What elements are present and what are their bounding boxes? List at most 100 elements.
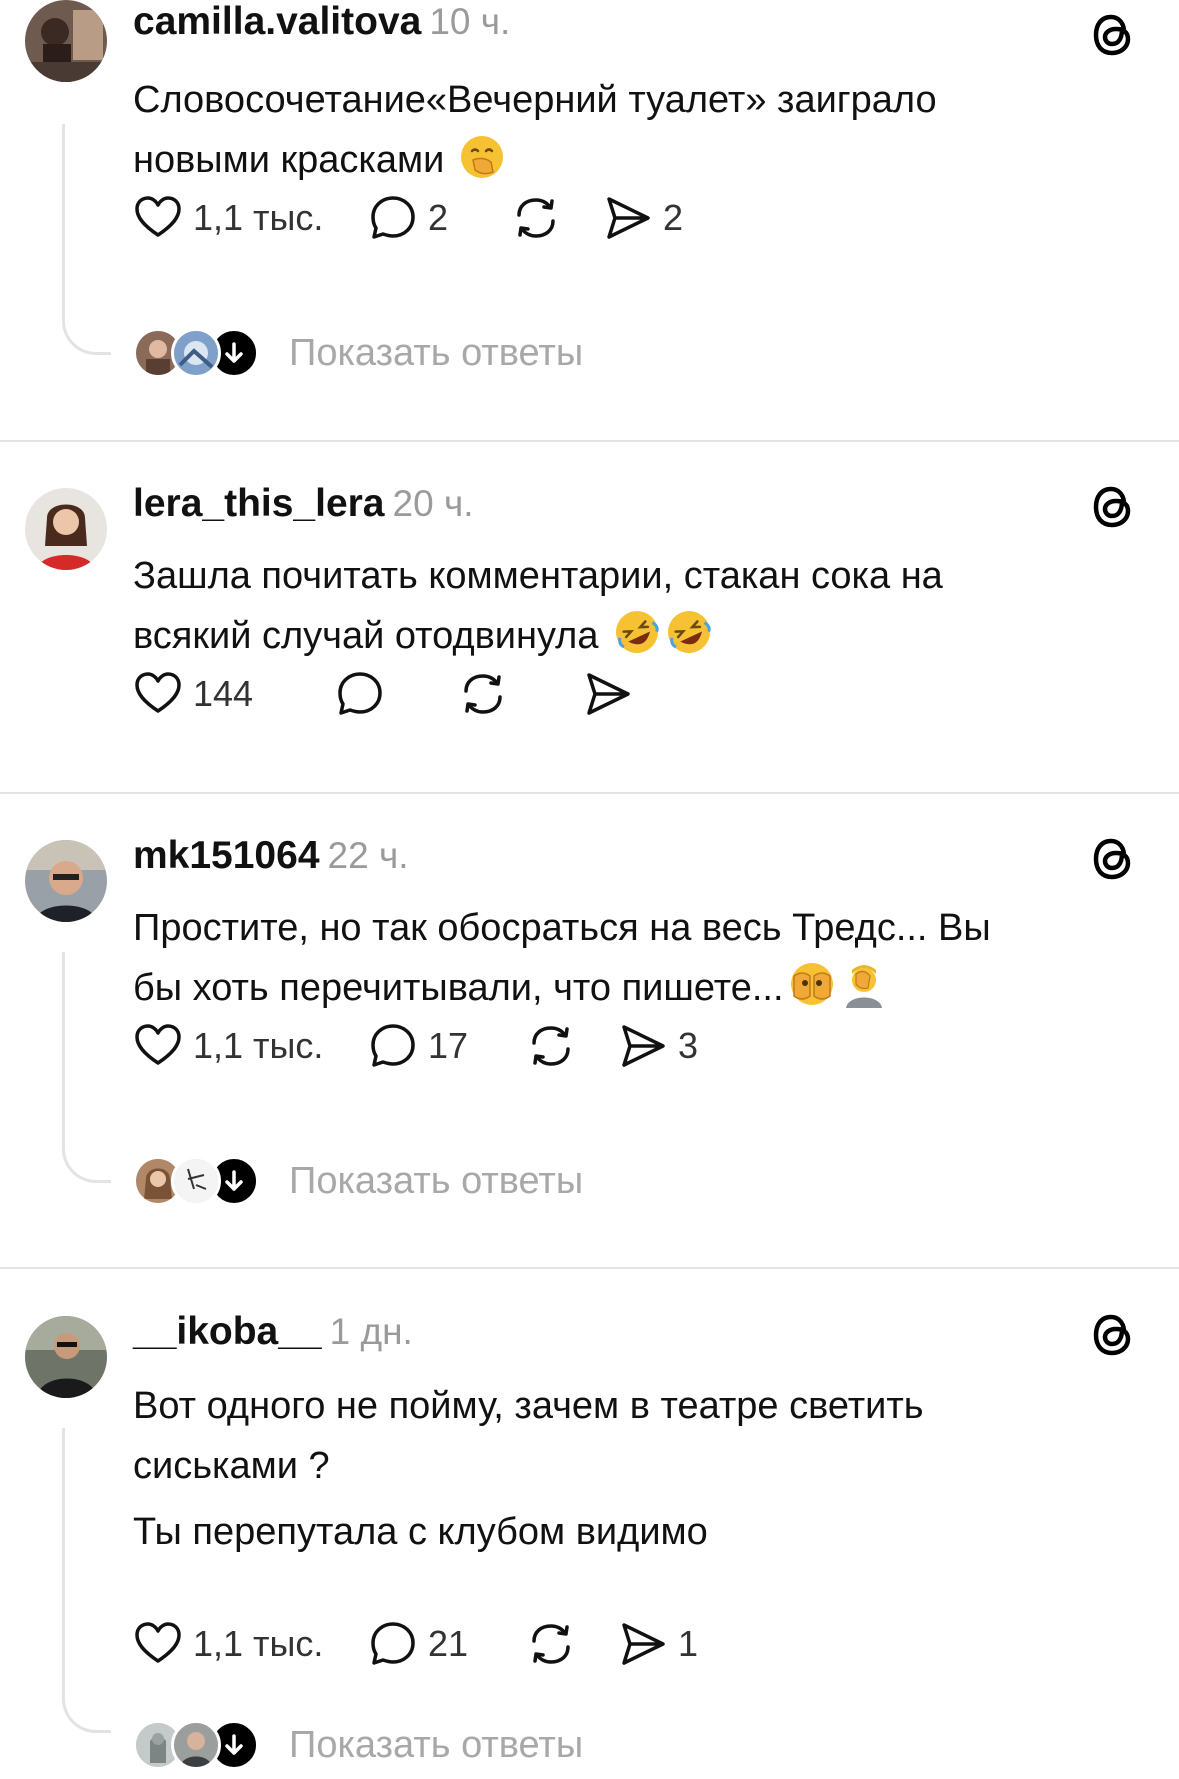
like-count: 1,1 тыс. [193,1623,324,1664]
post-text-line: Словосочетание«Вечерний туалет» заиграло [133,79,937,121]
post-text-line: всякий случай отодвинула [133,615,599,657]
share-count: 2 [663,197,684,238]
show-replies-row[interactable]: Показать ответы [133,328,583,378]
timestamp: 22 ч. [327,835,409,876]
repost-icon [532,1624,570,1664]
share-button[interactable]: 2 [603,190,683,246]
post-text-line: сиськами ? [133,1445,330,1487]
share-button[interactable]: 1 [618,1616,698,1672]
threads-logo-icon[interactable] [1090,1312,1136,1358]
post-header: mk151064 22 ч. [133,834,409,878]
comments-feed: camilla.valitova 10 ч. Словосочетание«Веч… [0,0,1179,1779]
arrow-down-icon [225,1170,243,1191]
comment-button[interactable] [335,666,385,722]
repost-button[interactable] [526,1616,576,1672]
repost-button[interactable] [526,1018,576,1074]
post-text: Зашла почитать комментарии, стакан сока … [133,546,1143,666]
post-text-line: Ты перепутала с клубом видимо [133,1511,708,1553]
repost-icon [532,1026,570,1066]
post-text-line: Простите, но так обосраться на весь Тред… [133,907,991,949]
show-replies-row[interactable]: Показать ответы [133,1156,583,1206]
repost-button[interactable] [458,666,508,722]
reply-avatar [171,1156,221,1206]
show-replies-link[interactable]: Показать ответы [289,1724,583,1767]
like-count: 144 [193,673,254,714]
show-replies-link[interactable]: Показать ответы [289,332,583,375]
arrow-down-icon [225,342,243,363]
like-count: 1,1 тыс. [193,197,324,238]
post-text-line: Вот одного не пойму, зачем в театре свет… [133,1385,924,1427]
timestamp: 1 дн. [329,1311,413,1352]
comment-count: 21 [428,1623,469,1664]
username[interactable]: mk151064 [133,834,320,877]
thread-line [62,1428,111,1733]
post-header: lera_this_lera 20 ч. [133,482,474,526]
rolling-laughing-emoji [613,608,661,656]
share-button[interactable] [583,666,633,722]
post-divider [0,440,1179,442]
send-icon [607,197,650,239]
post-text: Словосочетание«Вечерний туалет» заиграло… [133,70,1143,190]
like-button[interactable]: 144 [133,666,253,722]
timestamp: 10 ч. [429,1,511,42]
comment-bubble-icon [371,1622,415,1665]
reply-avatar [171,328,221,378]
reply-avatar [171,1720,221,1770]
threads-logo-icon[interactable] [1090,484,1136,530]
share-count: 1 [678,1623,699,1664]
comment-bubble-icon [371,1024,415,1067]
post-header: camilla.valitova 10 ч. [133,0,510,44]
thread-line [62,952,111,1183]
threads-logo-icon[interactable] [1090,836,1136,882]
repost-button[interactable] [511,190,561,246]
post-text-line: Зашла почитать комментарии, стакан сока … [133,555,943,597]
like-button[interactable]: 1,1 тыс. [133,190,323,246]
post-divider [0,792,1179,794]
heart-icon [135,672,181,713]
comment-button[interactable]: 2 [368,190,448,246]
avatar[interactable] [25,1316,107,1398]
comment-button[interactable]: 21 [368,1616,468,1672]
show-replies-link[interactable]: Показать ответы [289,1160,583,1203]
share-button[interactable]: 3 [618,1018,698,1074]
thread-line [62,124,111,355]
repost-icon [464,674,502,714]
send-icon [587,673,630,715]
like-button[interactable]: 1,1 тыс. [133,1018,323,1074]
post-actions: 144 [133,666,1033,722]
share-count: 3 [678,1025,699,1066]
threads-logo-icon[interactable] [1090,12,1136,58]
send-icon [622,1025,665,1067]
post-text: Вот одного не пойму, зачем в театре свет… [133,1376,1143,1496]
post-actions: 1,1 тыс. 2 2 [133,190,1033,246]
username[interactable]: lera_this_lera [133,482,385,525]
comment-count: 2 [428,197,449,238]
comment-button[interactable]: 17 [368,1018,468,1074]
post-divider [0,1267,1179,1269]
repost-icon [517,198,555,238]
post-text: Простите, но так обосраться на весь Тред… [133,898,1143,1018]
post-text: Ты перепутала с клубом видимо [133,1502,1143,1562]
show-replies-row[interactable]: Показать ответы [133,1720,583,1770]
post-actions: 1,1 тыс. 21 1 [133,1616,1033,1672]
facepalm-emoji [840,960,888,1008]
avatar[interactable] [25,0,107,82]
post-text-line: новыми красками [133,139,445,181]
send-icon [622,1623,665,1665]
avatar[interactable] [25,840,107,922]
comment-bubble-icon [338,672,382,715]
heart-icon [135,1024,181,1065]
comment-bubble-icon [371,196,415,239]
username[interactable]: camilla.valitova [133,0,421,43]
comment-count: 17 [428,1025,469,1066]
post-actions: 1,1 тыс. 17 3 [133,1018,1033,1074]
timestamp: 20 ч. [392,483,474,524]
like-count: 1,1 тыс. [193,1025,324,1066]
heart-icon [135,196,181,237]
avatar[interactable] [25,488,107,570]
like-button[interactable]: 1,1 тыс. [133,1616,323,1672]
username[interactable]: __ikoba__ [133,1310,322,1353]
heart-icon [135,1622,181,1663]
post-header: __ikoba__ 1 дн. [133,1310,413,1354]
arrow-down-icon [225,1734,243,1755]
